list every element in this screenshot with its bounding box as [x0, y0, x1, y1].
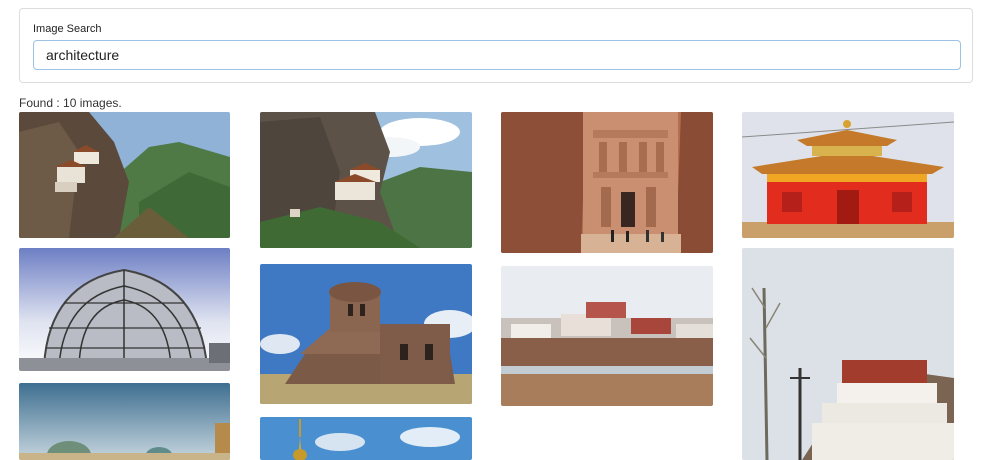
results-count: Found : 10 images.: [19, 96, 122, 110]
red-temple-image[interactable]: [742, 112, 954, 238]
image-search-input[interactable]: [33, 40, 961, 70]
white-hill-monastery-image[interactable]: [742, 248, 954, 460]
image-search-label: Image Search: [33, 23, 102, 35]
golden-spire-image[interactable]: [260, 417, 472, 460]
rock-canyon-temple-image[interactable]: [501, 112, 713, 253]
mosque-domes-image[interactable]: [19, 383, 230, 460]
hillside-monastery-town-image[interactable]: [501, 266, 713, 406]
glass-dome-image[interactable]: [19, 248, 230, 371]
image-search-panel: Image Search: [19, 8, 973, 83]
mountain-monastery-image[interactable]: [260, 112, 472, 248]
stone-church-image[interactable]: [260, 264, 472, 404]
cliff-monastery-image[interactable]: [19, 112, 230, 238]
